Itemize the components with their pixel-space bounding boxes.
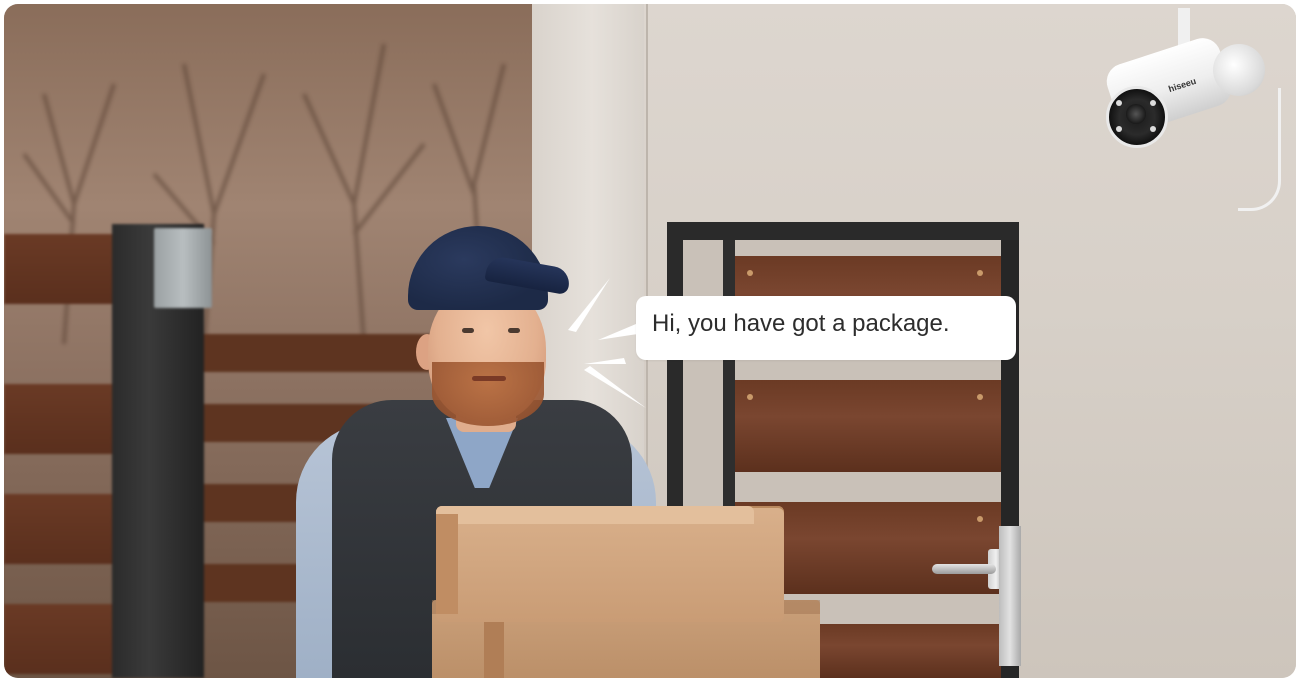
security-camera: hiseeu bbox=[1098, 8, 1281, 211]
gate-bolt bbox=[747, 394, 753, 400]
fence-plank bbox=[4, 494, 114, 564]
box-flap bbox=[436, 506, 754, 524]
ir-led bbox=[1150, 126, 1156, 132]
ir-led bbox=[1150, 100, 1156, 106]
mouth bbox=[472, 376, 506, 381]
photo-frame: hiseeu Hi, you have got a package. bbox=[4, 4, 1296, 678]
fence-plank bbox=[4, 384, 114, 454]
ir-led bbox=[1116, 100, 1122, 106]
speech-bubble-text: Hi, you have got a package. bbox=[652, 310, 950, 337]
door-handle bbox=[932, 564, 996, 574]
ir-led bbox=[1116, 126, 1122, 132]
eye bbox=[462, 328, 474, 333]
lock-plate bbox=[999, 526, 1021, 666]
eye bbox=[508, 328, 520, 333]
camera-lens bbox=[1126, 104, 1146, 124]
speech-bubble: Hi, you have got a package. bbox=[636, 296, 1016, 360]
gate-bolt bbox=[977, 394, 983, 400]
gate-bolt bbox=[747, 270, 753, 276]
gate-bolt bbox=[977, 516, 983, 522]
gate-bolt bbox=[977, 270, 983, 276]
gate-plank bbox=[723, 380, 1013, 472]
fence-plank bbox=[4, 234, 114, 304]
camera-cable bbox=[1238, 88, 1281, 211]
camera-mount bbox=[1213, 44, 1265, 96]
fence-plank bbox=[4, 604, 114, 674]
box-side bbox=[436, 514, 458, 614]
beard bbox=[432, 362, 544, 426]
post-bracket bbox=[154, 228, 212, 308]
